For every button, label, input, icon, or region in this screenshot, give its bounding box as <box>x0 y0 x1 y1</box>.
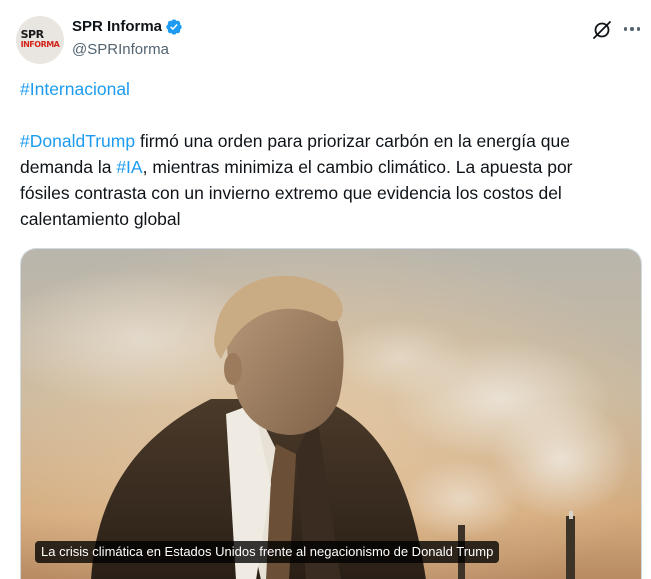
avatar[interactable]: SPR INFORMA <box>16 16 64 64</box>
post-text-line3: fósiles contrasta con un invierno extrem… <box>20 183 562 203</box>
post-text-line1: firmó una orden para priorizar carbón en… <box>135 131 570 151</box>
user-handle[interactable]: @SPRInforma <box>72 40 169 60</box>
post-text-line2b: , mientras minimiza el cambio climático.… <box>142 157 573 177</box>
hashtag-internacional[interactable]: #Internacional <box>20 79 130 99</box>
image-caption: La crisis climática en Estados Unidos fr… <box>35 541 500 563</box>
post-text-line2a: demanda la <box>20 157 117 177</box>
post-text: #Internacional #DonaldTrump firmó una or… <box>20 76 632 232</box>
avatar-logo-line2: INFORMA <box>20 40 60 49</box>
verified-badge-icon[interactable] <box>165 18 183 36</box>
display-name[interactable]: SPR Informa <box>72 17 162 37</box>
post-image[interactable] <box>20 248 642 579</box>
more-options-icon[interactable] <box>620 18 644 40</box>
hashtag-donaldtrump[interactable]: #DonaldTrump <box>20 131 135 151</box>
post-text-line4: calentamiento global <box>20 209 181 229</box>
avatar-logo: SPR INFORMA <box>20 28 60 50</box>
name-row: SPR Informa <box>72 17 183 37</box>
avatar-logo-line1: SPR <box>20 28 44 41</box>
grok-icon[interactable] <box>591 19 613 41</box>
hashtag-ia[interactable]: #IA <box>116 157 142 177</box>
